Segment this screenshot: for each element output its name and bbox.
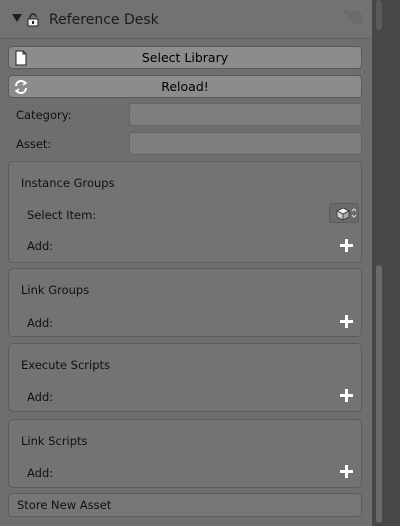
store-new-asset-label: Store New Asset: [17, 498, 112, 512]
asset-field[interactable]: [129, 132, 362, 155]
link-groups-box: Link Groups Add:: [8, 268, 362, 337]
reference-desk-panel: Reference Desk Select Library Reload! Ca…: [0, 0, 373, 526]
object-selector[interactable]: [329, 203, 359, 223]
panel-title: Reference Desk: [49, 12, 159, 28]
lock-icon: [27, 13, 39, 27]
store-new-asset-button[interactable]: Store New Asset: [8, 493, 362, 517]
reload-label: Reload!: [161, 79, 209, 94]
instance-groups-title: Instance Groups: [21, 176, 115, 190]
execute-scripts-add-label: Add:: [27, 390, 54, 404]
link-groups-add-label: Add:: [27, 316, 54, 330]
object-selector-icon: [336, 207, 357, 221]
reload-button[interactable]: Reload!: [8, 75, 362, 98]
instance-groups-box: Instance Groups Select Item: Add:: [8, 161, 362, 263]
panel-header[interactable]: Reference Desk: [0, 0, 372, 39]
link-groups-title: Link Groups: [21, 283, 90, 297]
instance-groups-add-plus-icon[interactable]: [340, 239, 353, 252]
link-scripts-title: Link Scripts: [21, 434, 88, 448]
execute-scripts-add-plus-icon[interactable]: [340, 389, 353, 402]
scrollbar-top-segment[interactable]: [376, 0, 382, 30]
category-field[interactable]: [129, 103, 362, 126]
file-icon: [15, 50, 27, 66]
instance-groups-add-label: Add:: [27, 239, 54, 253]
scrollbar-thumb[interactable]: [376, 265, 382, 523]
select-library-label: Select Library: [141, 50, 229, 65]
select-item-label: Select Item:: [27, 208, 97, 222]
link-groups-add-plus-icon[interactable]: [340, 315, 353, 328]
select-library-button[interactable]: Select Library: [8, 46, 362, 69]
triangle-down-icon[interactable]: [12, 14, 22, 22]
reload-icon: [14, 80, 28, 94]
drag-handle-icon[interactable]: [340, 10, 364, 26]
category-label: Category:: [16, 108, 72, 122]
link-scripts-box: Link Scripts Add:: [8, 419, 362, 488]
link-scripts-add-label: Add:: [27, 466, 54, 480]
link-scripts-add-plus-icon[interactable]: [340, 465, 353, 478]
execute-scripts-box: Execute Scripts Add:: [8, 343, 362, 412]
asset-label: Asset:: [16, 137, 52, 151]
execute-scripts-title: Execute Scripts: [21, 358, 110, 372]
